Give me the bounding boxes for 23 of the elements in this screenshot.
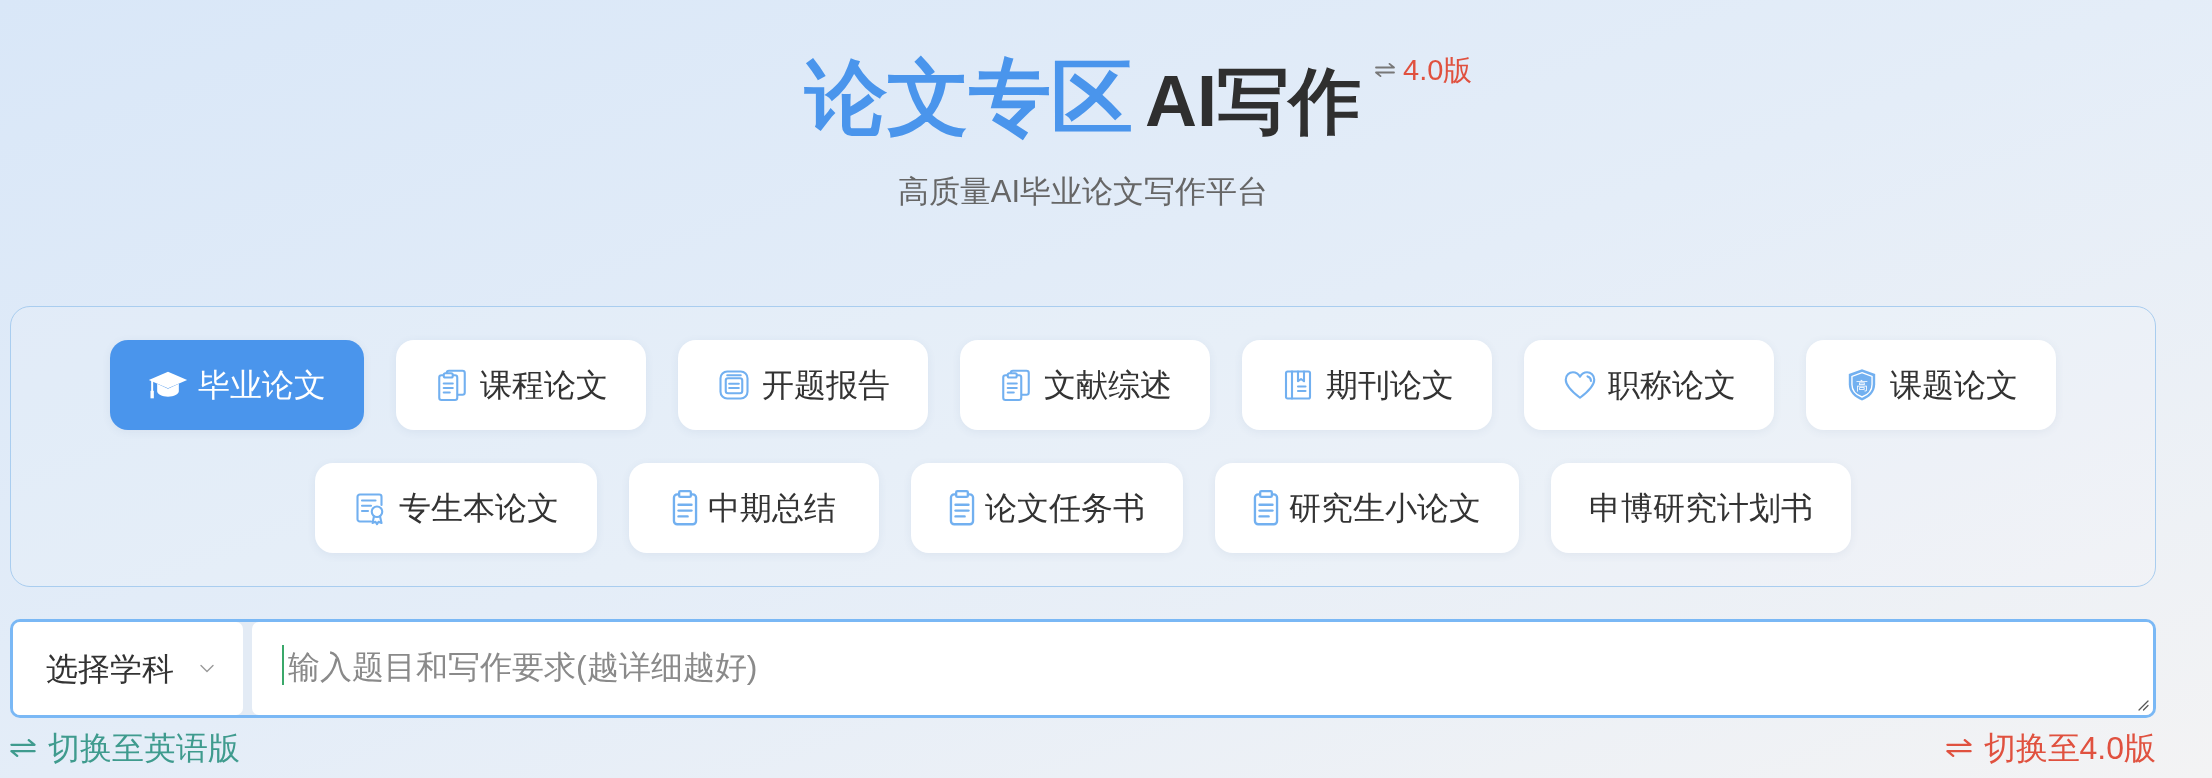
category-tab[interactable]: 课程论文 bbox=[396, 340, 646, 430]
title-highlight: 论文专区 bbox=[805, 57, 1133, 139]
title-text: AI写作 bbox=[1145, 65, 1361, 137]
clipboard-icon bbox=[949, 489, 975, 527]
resize-handle-icon bbox=[2137, 699, 2149, 711]
text-cursor bbox=[282, 645, 284, 685]
category-tab[interactable]: 开题报告 bbox=[678, 340, 928, 430]
subtitle: 高质量AI毕业论文写作平台 bbox=[897, 174, 1269, 210]
topic-input[interactable]: 输入题目和写作要求(越详细越好) bbox=[252, 622, 2153, 715]
clipboard-icon bbox=[1253, 489, 1279, 527]
category-tab[interactable]: 文献综述 bbox=[960, 340, 1210, 430]
category-tab[interactable]: 论文任务书 bbox=[911, 463, 1183, 553]
category-tab[interactable]: 研究生小论文 bbox=[1215, 463, 1519, 553]
category-tab[interactable]: 期刊论文 bbox=[1242, 340, 1492, 430]
category-tab[interactable]: 中期总结 bbox=[629, 463, 879, 553]
category-tab[interactable]: 职称论文 bbox=[1524, 340, 1774, 430]
subject-select[interactable]: 选择学科 bbox=[13, 622, 243, 715]
chevron-down-icon bbox=[200, 664, 214, 673]
category-tab[interactable]: 专生本论文 bbox=[315, 463, 597, 553]
category-tab[interactable]: 高 课题论文 bbox=[1806, 340, 2056, 430]
clipboard-icon bbox=[672, 489, 698, 527]
category-tab[interactable]: 申博研究计划书 bbox=[1551, 463, 1851, 553]
document-frame-icon bbox=[716, 367, 752, 403]
